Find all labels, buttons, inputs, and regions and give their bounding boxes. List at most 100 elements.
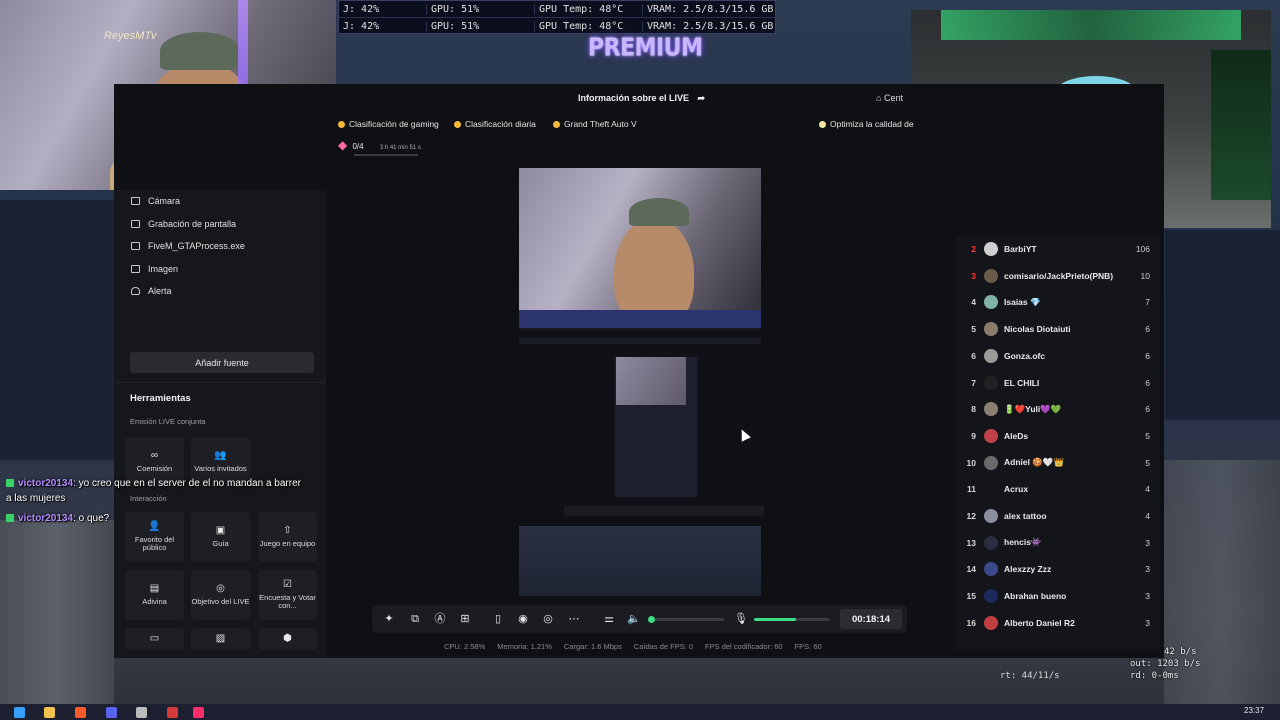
leaderboard-name: hencis👾 — [1004, 537, 1042, 548]
speaker-icon[interactable]: 🔈 — [627, 612, 641, 626]
chip-optimize-quality[interactable]: Optimiza la calidad de — [819, 116, 914, 132]
phone-icon[interactable]: ▯ — [491, 612, 505, 626]
chip-daily-ranking[interactable]: Clasificación diaria — [454, 116, 536, 132]
center-button[interactable]: ⌂ Cent — [876, 93, 903, 103]
tool-live-goal[interactable]: ◎ Objetivo del LIVE — [191, 570, 250, 620]
source-item-camera[interactable]: Cámara — [131, 196, 180, 206]
leaderboard-row[interactable]: 5 Nicolas Diotaiuti 6 — [956, 318, 1150, 340]
tool-label: Coemisión — [136, 463, 173, 473]
share-icon[interactable]: ➦ — [698, 93, 706, 103]
leaderboard-row[interactable]: 16 Alberto Daniel R2 3 — [956, 612, 1150, 634]
tool-label: Varios invitados — [194, 463, 247, 473]
file-explorer-icon[interactable] — [44, 707, 55, 718]
leaderboard-rank: 16 — [966, 617, 976, 628]
tool-more-2[interactable]: ▨ — [191, 628, 250, 650]
leaderboard-score: 3 — [1145, 537, 1150, 548]
chat-username[interactable]: victor20134 — [18, 513, 73, 524]
net-out: out: 1203 b/s — [1130, 659, 1201, 669]
divider — [114, 382, 326, 383]
source-item-alert[interactable]: Alerta — [131, 286, 172, 296]
screen-add-icon[interactable]: ⊞ — [458, 612, 472, 626]
leaderboard-rank: 3 — [971, 270, 976, 281]
layout-icon[interactable]: ⧉ — [408, 612, 422, 626]
mixer-icon[interactable]: ⚌ — [602, 612, 616, 626]
preview-cap — [629, 198, 689, 226]
speaker-volume-knob[interactable] — [648, 616, 655, 623]
source-item-screen-capture[interactable]: Grabación de pantalla — [131, 219, 236, 229]
tool-more-1[interactable]: ▭ — [125, 628, 184, 650]
net-rt: rt: 44/11/s — [1000, 671, 1060, 681]
chip-game-category[interactable]: Grand Theft Auto V — [553, 116, 637, 132]
tiktok-icon[interactable] — [193, 707, 204, 718]
app-icon[interactable] — [167, 707, 178, 718]
source-item-image[interactable]: Imagen — [131, 264, 178, 274]
leaderboard-row[interactable]: 13 hencis👾 3 — [956, 532, 1150, 554]
speaker-volume-track[interactable] — [650, 618, 724, 621]
leaderboard-row[interactable]: 4 Isaias 💎 7 — [956, 291, 1150, 313]
background-building — [1165, 230, 1280, 420]
kick-badge-icon — [6, 479, 14, 488]
tool-guess[interactable]: ▤ Adivina — [125, 570, 184, 620]
leaderboard-row[interactable]: 15 Abrahan bueno 3 — [956, 585, 1150, 607]
hexagon-icon: ⬢ — [283, 632, 292, 644]
live-info-title[interactable]: Información sobre el LIVE ➦ — [578, 93, 705, 104]
game-icon — [553, 120, 560, 128]
microphone-icon[interactable]: 🎙 — [734, 612, 748, 626]
tool-poll[interactable]: ☑ Encuesta y Votar con... — [258, 570, 317, 620]
tool-label: Juego en equipo — [259, 538, 316, 548]
more-icon[interactable]: ⋯ — [567, 612, 581, 626]
add-source-button[interactable]: Añadir fuente — [130, 352, 314, 373]
leaderboard-row[interactable]: 2 BarbiYT 106 — [956, 238, 1150, 260]
image-icon: ▨ — [215, 632, 226, 644]
leaderboard-score: 3 — [1145, 617, 1150, 628]
leaderboard-rank: 13 — [966, 537, 976, 548]
leaderboard-name: Abrahan bueno — [1004, 591, 1067, 602]
windows-start-icon[interactable] — [14, 707, 25, 718]
avatar — [984, 509, 998, 523]
network-stats: 42 b/s out: 1203 b/s rd: 0-0ms — [1130, 646, 1200, 682]
leaderboard-name: Nicolas Diotaiuti — [1004, 324, 1071, 335]
leaderboard-rank: 15 — [966, 591, 976, 602]
leaderboard-row[interactable]: 7 EL CHILI 6 — [956, 372, 1150, 394]
team-icon: ⇧ — [283, 525, 292, 537]
leaderboard-row[interactable]: 11 Acrux 4 — [956, 478, 1150, 500]
leaderboard-name: 🔋❤️Yuli💜💚 — [1004, 403, 1062, 414]
goal-progress-widget[interactable]: ◆ 0/4 3 h 41 min 51 s — [338, 138, 421, 156]
leaderboard-score: 5 — [1145, 457, 1150, 468]
avatar — [984, 322, 998, 337]
leaderboard-row[interactable]: 14 Alexzzy Zzz 3 — [956, 558, 1150, 580]
app-icon[interactable] — [136, 707, 147, 718]
status-bar: CPU: 2.58% Memoria: 1.21% Cargar: 1.6 Mb… — [444, 642, 822, 651]
leaderboard-row[interactable]: 8 🔋❤️Yuli💜💚 6 — [956, 398, 1150, 420]
chat-username[interactable]: victor20134 — [18, 478, 73, 489]
avatar — [984, 375, 998, 390]
leaderboard-name: Acrux — [1004, 484, 1029, 495]
avatar — [984, 535, 998, 550]
avatar — [984, 268, 998, 283]
goal-progress-bar — [354, 154, 418, 156]
chip-gaming-ranking[interactable]: Clasificación de gaming — [338, 116, 439, 132]
leaderboard-row[interactable]: 9 AleDs 5 — [956, 425, 1150, 447]
leaderboard-row[interactable]: 6 Gonza.ofc 6 — [956, 345, 1150, 367]
chat-message: victor20134: o que? — [6, 511, 306, 526]
source-item-fivem[interactable]: FiveM_GTAProcess.exe — [131, 241, 245, 251]
leaderboard-rank: 12 — [966, 511, 976, 521]
discord-icon[interactable] — [106, 707, 117, 718]
target-icon: ◎ — [216, 583, 225, 595]
ai-icon[interactable]: Ⓐ — [433, 612, 447, 626]
leaderboard-name: Adniel 🍪🤍👑 — [1004, 457, 1065, 468]
mic-volume-fill — [754, 618, 796, 621]
replay-icon[interactable]: ◎ — [541, 612, 555, 626]
magic-wand-icon[interactable]: ✦ — [382, 612, 396, 626]
system-clock: 23:37 — [1244, 706, 1265, 715]
tool-label: Guía — [212, 538, 229, 548]
cpu-stat: J: 42% — [339, 21, 427, 32]
leaderboard-row[interactable]: 3 comisario/JackPrieto(PNB) 10 — [956, 265, 1150, 287]
leaderboard-row[interactable]: 12 alex tattoo 4 — [956, 505, 1150, 527]
brave-browser-icon[interactable] — [75, 707, 86, 718]
tool-more-3[interactable]: ⬢ — [258, 628, 317, 650]
leaderboard-name: Alexzzy Zzz — [1004, 564, 1052, 575]
leaderboard-rank: 10 — [966, 457, 976, 468]
leaderboard-row[interactable]: 10 Adniel 🍪🤍👑 5 — [956, 452, 1150, 474]
record-icon[interactable]: ◉ — [516, 612, 530, 626]
